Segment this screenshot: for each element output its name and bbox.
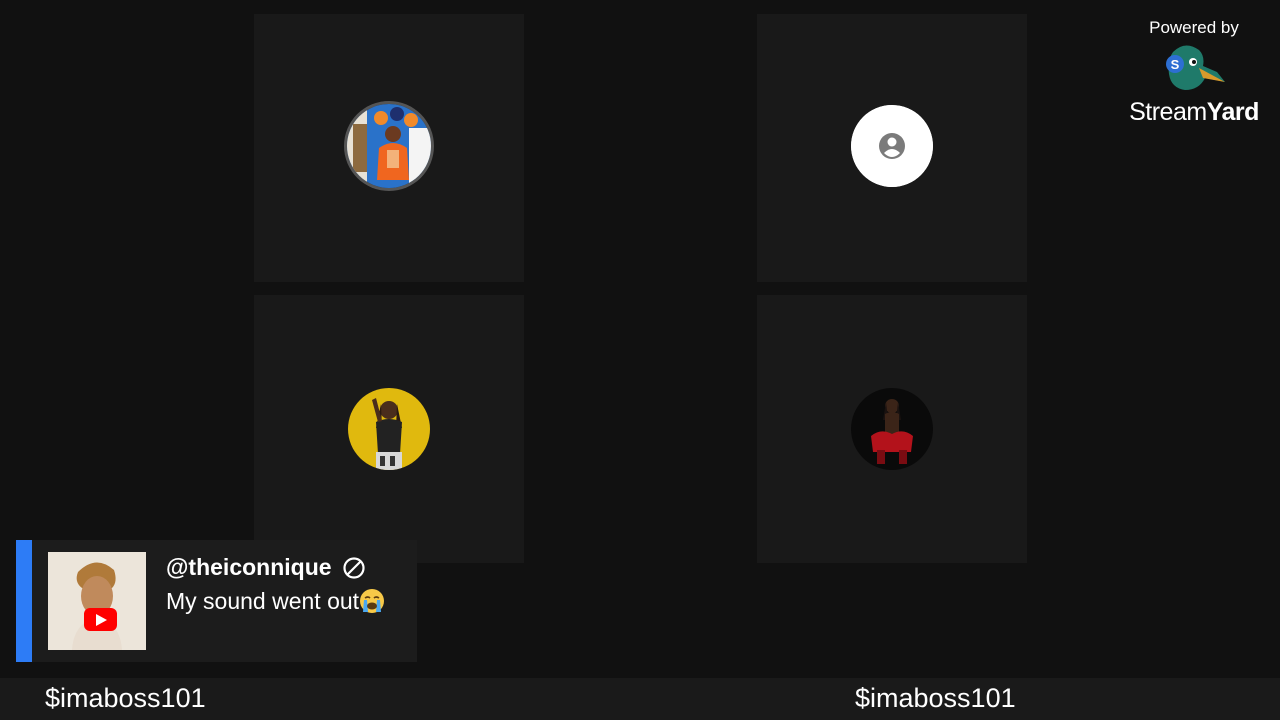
participant-tile-4[interactable] xyxy=(757,295,1027,563)
participant-avatar-1 xyxy=(347,104,431,188)
streamyard-wordmark: StreamYard xyxy=(1129,98,1259,126)
featured-comment: @theiconnique My sound went out xyxy=(16,540,417,662)
youtube-icon xyxy=(84,608,117,631)
powered-by-branding: Powered by S StreamYard xyxy=(1124,18,1264,127)
bottom-name-bar: $imaboss101 $imaboss101 xyxy=(0,678,1280,720)
comment-text: My sound went out xyxy=(166,588,360,614)
participant-tile-1[interactable] xyxy=(254,14,524,282)
comment-accent-bar xyxy=(16,540,32,662)
default-user-icon xyxy=(851,105,933,187)
participant-avatar-2 xyxy=(851,105,933,187)
commenter-avatar xyxy=(48,552,146,650)
streamyard-duck-icon: S xyxy=(1166,45,1225,90)
participant-tile-3[interactable] xyxy=(254,295,524,563)
participant-tile-2[interactable] xyxy=(757,14,1027,282)
comment-author: @theiconnique xyxy=(166,554,366,581)
comment-handle: @theiconnique xyxy=(166,554,332,580)
participant-avatar-3 xyxy=(348,388,430,470)
crying-face-icon xyxy=(360,589,385,613)
banner-label-left: $imaboss101 xyxy=(45,683,206,713)
powered-by-label: Powered by xyxy=(1149,18,1239,37)
comment-message: My sound went out xyxy=(166,588,385,615)
moderator-ban-icon xyxy=(342,556,365,579)
banner-label-right: $imaboss101 xyxy=(855,683,1016,713)
participant-avatar-4 xyxy=(851,388,933,470)
svg-text:S: S xyxy=(1171,57,1180,72)
